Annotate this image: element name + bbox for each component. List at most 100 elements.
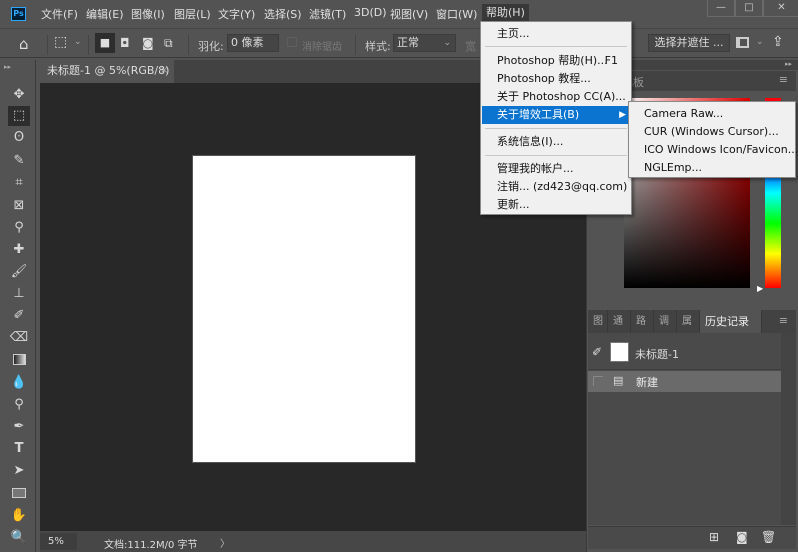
menu-image[interactable]: 图像(I) [131, 6, 165, 22]
snapshot-label: 未标题-1 [635, 348, 679, 361]
marquee-tool-icon[interactable]: ⬚ [8, 106, 30, 126]
quick-select-tool-icon[interactable]: ✎ [8, 151, 30, 171]
menu-file[interactable]: 文件(F) [41, 6, 78, 22]
history-brush-tool-icon[interactable]: ✐ [8, 306, 30, 326]
submenu-arrow-icon: ▶ [619, 110, 626, 120]
trash-icon[interactable]: 🗑 [761, 530, 776, 544]
zoom-tool-icon[interactable]: 🔍 [8, 528, 30, 548]
history-footer: ⊞ ◙ 🗑 [588, 526, 796, 549]
menu-view[interactable]: 视图(V) [390, 6, 428, 22]
history-snapshot[interactable]: ✐ 未标题-1 [588, 336, 781, 370]
rectangle-tool-icon[interactable] [8, 483, 30, 503]
tab-paths[interactable]: 路径 [631, 310, 654, 333]
feather-input[interactable]: 0 像素 [227, 34, 279, 52]
pen-tool-icon[interactable]: ✒ [8, 417, 30, 437]
close-tab-icon[interactable]: × [160, 60, 168, 82]
history-source-checkbox[interactable] [593, 376, 603, 386]
menu-bar: Ps 文件(F) 编辑(E) 图像(I) 图层(L) 文字(Y) 选择(S) 滤… [0, 0, 798, 27]
tab-properties[interactable]: 属性 [677, 310, 700, 333]
menu-item-about-plugins[interactable]: 关于增效工具(B) ▶ [482, 106, 630, 124]
close-button[interactable]: ✕ [763, 0, 798, 17]
chevron-down-icon[interactable]: ⌄ [756, 37, 764, 47]
menu-3d[interactable]: 3D(D) [354, 6, 387, 19]
menu-layer[interactable]: 图层(L) [174, 6, 211, 22]
brush-tool-icon[interactable]: 🖌 [8, 262, 30, 282]
hand-tool-icon[interactable]: ✋ [8, 506, 30, 526]
document-tab[interactable]: 未标题-1 @ 5%(RGB/8) × [40, 60, 174, 83]
panel-menu-icon[interactable]: ≡ [779, 73, 788, 86]
history-state-label: 新建 [636, 376, 658, 389]
submenu-item-nglemp[interactable]: NGLEmp... [630, 159, 794, 177]
stamp-tool-icon[interactable]: ⊥ [8, 284, 30, 304]
workspace-icon[interactable] [736, 37, 749, 48]
dodge-tool-icon[interactable]: ⚲ [8, 395, 30, 415]
tools-panel: ▸▸ ✥ ⬚ ʘ ✎ ⌗ ⊠ ⚲ ✚ 🖌 ⊥ ✐ ⌫ 💧 ⚲ ✒ T ➤ ✋ 🔍 [0, 60, 36, 552]
menu-edit[interactable]: 编辑(E) [86, 6, 124, 22]
chevron-down-icon: ⌄ [443, 38, 451, 48]
lasso-tool-icon[interactable]: ʘ [8, 128, 30, 148]
eyedropper-tool-icon[interactable]: ⚲ [8, 218, 30, 238]
collapse-icon[interactable]: ▸▸ [785, 60, 792, 68]
camera-snapshot-icon[interactable]: ◙ [736, 530, 748, 544]
eraser-tool-icon[interactable]: ⌫ [8, 328, 30, 348]
tab-channels[interactable]: 通道 [608, 310, 631, 333]
maximize-button[interactable]: □ [735, 0, 763, 17]
add-to-selection-icon[interactable]: ◘ [120, 36, 130, 50]
divider [47, 35, 48, 55]
style-select[interactable]: 正常 ⌄ [393, 34, 456, 52]
blur-tool-icon[interactable]: 💧 [8, 373, 30, 393]
menu-help[interactable]: 帮助(H) [482, 4, 529, 21]
document-canvas[interactable] [192, 155, 416, 463]
antialias-checkbox[interactable] [287, 37, 297, 47]
menu-window[interactable]: 窗口(W) [436, 6, 477, 22]
menu-filter[interactable]: 滤镜(T) [309, 6, 346, 22]
select-and-mask-button[interactable]: 选择并遮住 ... [648, 34, 730, 52]
menu-item-home[interactable]: 主页... [482, 25, 630, 43]
history-state[interactable]: ▤ 新建 [588, 371, 781, 392]
tab-layers[interactable]: 图层 [588, 310, 608, 333]
menu-type[interactable]: 文字(Y) [218, 6, 255, 22]
shortcut-label: F1 [604, 54, 618, 67]
submenu-item-cur[interactable]: CUR (Windows Cursor)... [630, 123, 794, 141]
move-tool-icon[interactable]: ✥ [8, 85, 30, 105]
frame-tool-icon[interactable]: ⊠ [8, 196, 30, 216]
document-state-icon: ▤ [613, 374, 624, 387]
chevron-down-icon[interactable]: ⌄ [74, 37, 82, 47]
new-selection-icon[interactable]: ■ [95, 33, 115, 53]
status-menu-arrow-icon[interactable]: 〉 [220, 535, 230, 550]
divider [355, 35, 356, 55]
expand-icon[interactable]: ▸▸ [4, 63, 11, 71]
home-icon[interactable]: ⌂ [19, 35, 29, 53]
tab-adjustments[interactable]: 调整 [654, 310, 677, 333]
divider [188, 35, 189, 55]
intersect-selection-icon[interactable]: ⧉ [164, 36, 173, 51]
menu-item-manage-account[interactable]: 管理我的帐户... [482, 160, 630, 178]
submenu-item-camera-raw[interactable]: Camera Raw... [630, 105, 794, 123]
tab-history[interactable]: 历史记录 [700, 310, 762, 333]
panel-menu-icon[interactable]: ≡ [779, 314, 788, 327]
path-select-tool-icon[interactable]: ➤ [8, 461, 30, 481]
minimize-button[interactable]: — [707, 0, 735, 17]
marquee-preset-icon[interactable]: ⬚ [54, 34, 67, 50]
menu-item-tutorials[interactable]: Photoshop 教程... [482, 70, 630, 88]
healing-brush-tool-icon[interactable]: ✚ [8, 240, 30, 260]
crop-tool-icon[interactable]: ⌗ [8, 173, 30, 193]
subtract-from-selection-icon[interactable]: ◙ [142, 36, 154, 50]
type-tool-icon[interactable]: T [8, 439, 30, 459]
history-scrollbar[interactable] [781, 333, 796, 525]
options-bar: ⌂ ⬚ ⌄ ■ ◘ ◙ ⧉ 羽化: 0 像素 消除锯齿 样式: 正常 ⌄ 宽 选择… [0, 28, 798, 58]
submenu-item-ico[interactable]: ICO Windows Icon/Favicon... [630, 141, 798, 159]
gradient-tool-icon[interactable] [8, 350, 30, 370]
zoom-level-field[interactable]: 5% [40, 533, 77, 550]
new-document-from-state-icon[interactable]: ⊞ [709, 530, 719, 544]
hue-slider-handle[interactable]: ▶ [757, 284, 763, 293]
share-icon[interactable]: ⇪ [772, 34, 784, 50]
menu-select[interactable]: 选择(S) [264, 6, 302, 22]
menu-item-photoshop-help[interactable]: Photoshop 帮助(H)... F1 [482, 52, 630, 70]
menu-item-updates[interactable]: 更新... [482, 196, 630, 214]
menu-item-about-photoshop[interactable]: 关于 Photoshop CC(A)... [482, 88, 630, 106]
menu-item-sign-out[interactable]: 注销... (zd423@qq.com) [482, 178, 630, 196]
menu-item-label: Photoshop 帮助(H)... [497, 54, 608, 67]
history-brush-source-icon[interactable]: ✐ [592, 345, 602, 359]
menu-item-system-info[interactable]: 系统信息(I)... [482, 133, 630, 151]
